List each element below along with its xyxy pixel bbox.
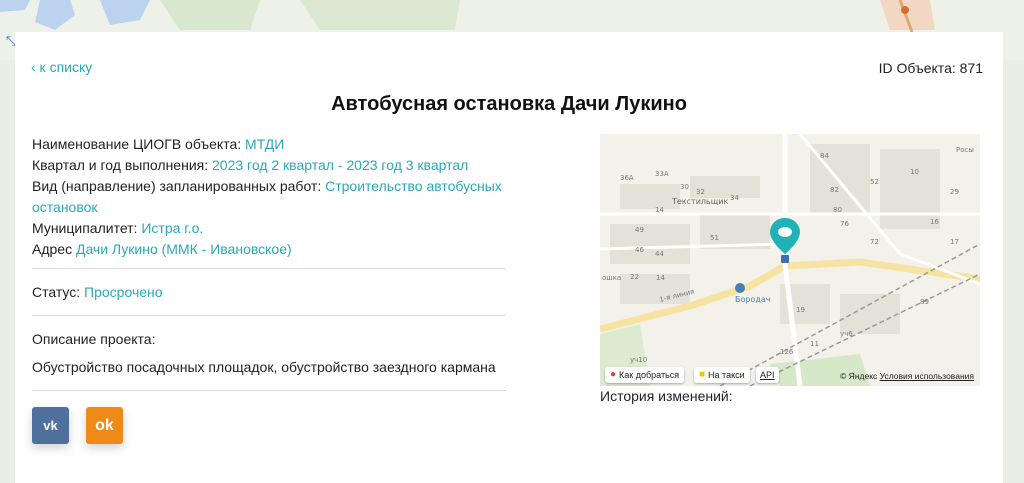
ok-share-button[interactable]: ok: [86, 407, 123, 444]
svg-text:72: 72: [870, 238, 879, 246]
svg-text:44: 44: [655, 250, 664, 258]
svg-text:30: 30: [680, 183, 689, 191]
object-info: Наименование ЦИОГВ объекта: МТДИ Квартал…: [32, 134, 507, 260]
page-title: Автобусная остановка Дачи Лукино: [331, 93, 687, 115]
svg-text:49: 49: [635, 226, 644, 234]
map-label: Росы: [956, 146, 974, 154]
svg-text:11: 11: [810, 340, 819, 348]
field-address: Адрес Дачи Лукино (ММК - Ивановское): [32, 241, 292, 257]
shop-icon[interactable]: [735, 283, 745, 293]
svg-text:51: 51: [710, 234, 719, 242]
field-address-value[interactable]: Дачи Лукино (ММК - Ивановское): [76, 241, 292, 257]
field-quarter: Квартал и год выполнения: 2023 год 2 ква…: [32, 157, 469, 173]
object-id: ID Объекта: 871: [878, 60, 983, 76]
svg-text:14: 14: [656, 274, 665, 282]
svg-text:76: 76: [840, 220, 849, 228]
description-text: Обустройство посадочных площадок, обустр…: [32, 359, 496, 375]
yandex-map[interactable]: Росы 84 82 80 76 72 36А 33А 30 32 34 Текстильщ…: [600, 134, 980, 386]
svg-text:17: 17: [950, 238, 959, 246]
field-work-type: Вид (направление) запланированных работ:…: [32, 178, 502, 215]
svg-text:126: 126: [780, 348, 794, 356]
divider: [32, 268, 506, 269]
object-card: ‹ к списку ID Объекта: 871 Автобусная ос…: [15, 32, 1003, 483]
back-to-list-link[interactable]: ‹ к списку: [31, 59, 92, 75]
vk-icon: vk: [43, 418, 58, 433]
svg-text:уч10: уч10: [630, 356, 647, 364]
svg-text:22: 22: [630, 273, 639, 281]
svg-text:82: 82: [830, 186, 839, 194]
svg-text:34: 34: [730, 194, 739, 202]
api-link[interactable]: API: [756, 367, 779, 383]
field-agency: Наименование ЦИОГВ объекта: МТДИ: [32, 136, 285, 152]
svg-text:32: 32: [696, 188, 705, 196]
field-municipality-value[interactable]: Истра г.о.: [141, 220, 203, 236]
location-pin-icon: ●: [610, 369, 617, 380]
svg-text:10: 10: [910, 168, 919, 176]
svg-text:19: 19: [796, 306, 805, 314]
svg-text:29: 29: [950, 188, 959, 196]
history-label: История изменений:: [600, 388, 733, 404]
ok-icon: ok: [95, 416, 114, 434]
svg-text:14: 14: [655, 206, 664, 214]
svg-text:52: 52: [870, 178, 879, 186]
route-button[interactable]: ● Как добраться: [605, 367, 685, 383]
terms-link[interactable]: Условия использования: [880, 371, 974, 381]
svg-text:33А: 33А: [655, 170, 669, 178]
map-copyright: © Яндекс Условия использования: [840, 371, 974, 381]
svg-text:80: 80: [833, 206, 842, 214]
divider: [32, 390, 506, 391]
taxi-button[interactable]: ■ На такси: [694, 367, 750, 383]
svg-text:16: 16: [930, 218, 939, 226]
svg-text:46: 46: [635, 246, 644, 254]
map-canvas[interactable]: Росы 84 82 80 76 72 36А 33А 30 32 34 Текстильщ…: [600, 134, 980, 386]
svg-text:36А: 36А: [620, 174, 634, 182]
svg-text:84: 84: [820, 152, 829, 160]
field-municipality: Муниципалитет: Истра г.о.: [32, 220, 204, 236]
svg-text:89: 89: [920, 298, 929, 306]
divider: [32, 315, 506, 316]
field-agency-value[interactable]: МТДИ: [245, 136, 284, 152]
svg-text:Бородач: Бородач: [735, 295, 771, 304]
svg-text:Текстильщик: Текстильщик: [671, 197, 728, 206]
vk-share-button[interactable]: vk: [32, 407, 69, 444]
svg-text:уч6: уч6: [840, 330, 853, 338]
svg-text:ошка: ошка: [602, 274, 621, 282]
status: Статус: Просрочено: [32, 284, 163, 300]
description-label: Описание проекта:: [32, 331, 156, 347]
status-value[interactable]: Просрочено: [84, 284, 163, 300]
taxi-icon: ■: [699, 369, 706, 380]
field-quarter-value[interactable]: 2023 год 2 квартал - 2023 год 3 квартал: [212, 157, 468, 173]
